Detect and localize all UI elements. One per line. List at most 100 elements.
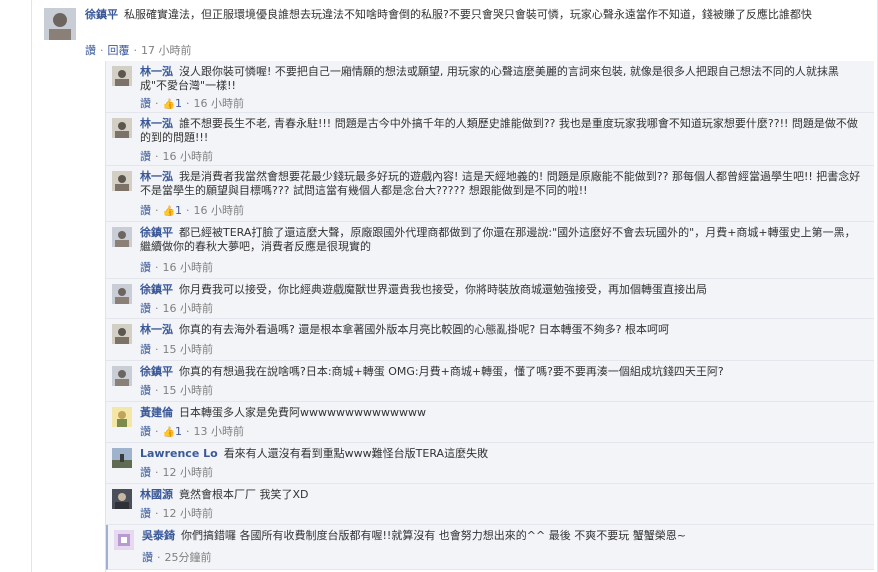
user-photo-icon xyxy=(112,324,132,344)
reply-author[interactable]: 吳泰錡 xyxy=(142,529,175,542)
reply-item: 吳泰錡 你們搞錯囉 各國所有收費制度台版都有喔!!就算沒有 也會努力想出來的^^ … xyxy=(106,525,874,570)
reply-body: 你們搞錯囉 各國所有收費制度台版都有喔!!就算沒有 也會努力想出來的^^ 最後 … xyxy=(181,529,686,542)
reply-item: 林一泓 你真的有去海外看過嗎? 還是根本拿著國外版本月亮比較圓的心態亂掛呢? 日本… xyxy=(106,319,874,361)
reply-author[interactable]: 林一泓 xyxy=(140,117,173,130)
reply-timestamp[interactable]: 12 小時前 xyxy=(163,466,214,479)
like-link[interactable]: 讚 xyxy=(140,97,151,110)
reply-item: 徐鎮平 你月費我可以接受，你比經典遊戲魔獸世界還貴我也接受，你將時裝放商城還勉強接… xyxy=(106,279,874,319)
reply-author[interactable]: Lawrence Lo xyxy=(140,447,218,460)
reply-body: 竟然會根本厂厂 我笑了XD xyxy=(179,488,309,501)
like-link[interactable]: 讚 xyxy=(140,204,151,217)
like-count[interactable]: 1 xyxy=(175,97,182,110)
thumbs-up-icon: 👍 xyxy=(162,99,175,110)
reply-meta: 讚 · 12 小時前 xyxy=(140,505,213,521)
avatar[interactable] xyxy=(112,407,132,427)
reply-meta: 讚 · 25分鐘前 xyxy=(142,549,212,565)
reply-author[interactable]: 林國源 xyxy=(140,488,173,501)
like-link[interactable]: 讚 xyxy=(140,150,151,163)
user-photo-icon xyxy=(112,66,132,86)
meta-separator: · xyxy=(155,466,159,479)
meta-separator: · xyxy=(155,261,159,274)
meta-separator: · xyxy=(155,150,159,163)
user-photo-icon xyxy=(112,171,132,191)
reply-timestamp[interactable]: 25分鐘前 xyxy=(165,551,212,564)
reply-item: 黃建倫 日本轉蛋多人家是免費阿wwwwwwwwwwwwww 讚 · 👍1 · 13 小時前 xyxy=(106,402,874,443)
reply-author[interactable]: 林一泓 xyxy=(140,65,173,78)
reply-timestamp[interactable]: 16 小時前 xyxy=(163,150,214,163)
reply-text: 黃建倫 日本轉蛋多人家是免費阿wwwwwwwwwwwwww xyxy=(140,406,865,420)
reply-text: 林一泓 誰不想要長生不老, 青春永駐!!! 問題是古今中外搞千年的人類歷史誰能做到… xyxy=(140,117,865,145)
reply-timestamp[interactable]: 16 小時前 xyxy=(193,97,244,110)
avatar[interactable] xyxy=(112,448,132,468)
reply-item: 林一泓 沒人跟你裝可憐喔! 不要把自己一廂情願的想法或願望, 用玩家的心聲這麼美麗… xyxy=(106,61,874,113)
reply-meta: 讚 · 15 小時前 xyxy=(140,341,213,357)
reply-meta: 讚 · 16 小時前 xyxy=(140,259,213,275)
meta-separator: · xyxy=(155,204,159,217)
avatar[interactable] xyxy=(112,227,132,247)
user-photo-icon xyxy=(112,448,132,468)
reply-body: 看來有人還沒有看到重點www難怪台版TERA這麼失敗 xyxy=(223,447,489,460)
like-link[interactable]: 讚 xyxy=(140,425,151,438)
meta-separator: · xyxy=(155,507,159,520)
avatar[interactable] xyxy=(112,171,132,191)
like-link[interactable]: 讚 xyxy=(140,384,151,397)
reply-author[interactable]: 徐鎮平 xyxy=(140,283,173,296)
reply-text: Lawrence Lo 看來有人還沒有看到重點www難怪台版TERA這麼失敗 xyxy=(140,447,865,461)
like-link[interactable]: 讚 xyxy=(85,44,96,57)
reply-author[interactable]: 林一泓 xyxy=(140,170,173,183)
comment-timestamp[interactable]: 17 小時前 xyxy=(141,44,192,57)
reply-timestamp[interactable]: 16 小時前 xyxy=(193,204,244,217)
user-photo-icon xyxy=(112,407,132,427)
reply-body: 我是消費者我當然會想要花最少錢玩最多好玩的遊戲內容! 這是天經地義的! 問題是原… xyxy=(140,170,861,197)
reply-timestamp[interactable]: 12 小時前 xyxy=(163,507,214,520)
avatar[interactable] xyxy=(112,284,132,304)
reply-timestamp[interactable]: 15 小時前 xyxy=(163,384,214,397)
reply-timestamp[interactable]: 16 小時前 xyxy=(163,261,214,274)
avatar[interactable] xyxy=(112,118,132,138)
like-link[interactable]: 讚 xyxy=(140,343,151,356)
like-link[interactable]: 讚 xyxy=(140,466,151,479)
like-count[interactable]: 1 xyxy=(175,425,182,438)
reply-timestamp[interactable]: 15 小時前 xyxy=(163,343,214,356)
reply-link[interactable]: 回覆 xyxy=(108,44,130,57)
reply-list: 林一泓 沒人跟你裝可憐喔! 不要把自己一廂情願的想法或願望, 用玩家的心聲這麼美麗… xyxy=(105,61,874,572)
avatar[interactable] xyxy=(114,530,134,550)
meta-separator: · xyxy=(185,425,190,438)
user-photo-icon xyxy=(114,530,134,550)
comment-body: 私服確實違法，但正服環境優良誰想去玩違法不知啥時會倒的私服?不要只會哭只會裝可憐… xyxy=(124,8,812,21)
reply-timestamp[interactable]: 16 小時前 xyxy=(163,302,214,315)
reply-timestamp[interactable]: 13 小時前 xyxy=(193,425,244,438)
avatar[interactable] xyxy=(44,8,76,40)
thumbs-up-icon: 👍 xyxy=(162,427,175,438)
reply-text: 吳泰錡 你們搞錯囉 各國所有收費制度台版都有喔!!就算沒有 也會努力想出來的^^ … xyxy=(142,529,867,543)
meta-separator: · xyxy=(185,204,190,217)
avatar[interactable] xyxy=(112,489,132,509)
avatar[interactable] xyxy=(112,324,132,344)
reply-author[interactable]: 黃建倫 xyxy=(140,406,173,419)
avatar[interactable] xyxy=(112,66,132,86)
reply-item: Lawrence Lo 看來有人還沒有看到重點www難怪台版TERA這麼失敗 讚 ·… xyxy=(106,443,874,484)
reply-meta: 讚 · 15 小時前 xyxy=(140,382,213,398)
comment-text: 徐鎮平 私服確實違法，但正服環境優良誰想去玩違法不知啥時會倒的私服?不要只會哭只會… xyxy=(85,8,855,22)
reply-text: 徐鎮平 都已經被TERA打臉了還這麼大聲，原廠跟國外代理商都做到了你還在那邊說:"… xyxy=(140,226,865,254)
reply-body: 都已經被TERA打臉了還這麼大聲，原廠跟國外代理商都做到了你還在那邊說:"國外這… xyxy=(140,226,856,253)
like-link[interactable]: 讚 xyxy=(140,261,151,274)
reply-author[interactable]: 林一泓 xyxy=(140,323,173,336)
like-count[interactable]: 1 xyxy=(175,204,182,217)
reply-item: 林一泓 誰不想要長生不老, 青春永駐!!! 問題是古今中外搞千年的人類歷史誰能做到… xyxy=(106,113,874,166)
reply-author[interactable]: 徐鎮平 xyxy=(140,365,173,378)
reply-author[interactable]: 徐鎮平 xyxy=(140,226,173,239)
comment-meta: 讚 · 回覆 · 17 小時前 xyxy=(85,42,192,58)
meta-separator: · xyxy=(155,97,159,110)
like-link[interactable]: 讚 xyxy=(142,551,153,564)
like-link[interactable]: 讚 xyxy=(140,507,151,520)
meta-separator: · xyxy=(155,343,159,356)
avatar[interactable] xyxy=(112,366,132,386)
reply-text: 林國源 竟然會根本厂厂 我笑了XD xyxy=(140,488,865,502)
user-photo-icon xyxy=(112,284,132,304)
reply-item: 林一泓 我是消費者我當然會想要花最少錢玩最多好玩的遊戲內容! 這是天經地義的! 問… xyxy=(106,166,874,222)
reply-item: 徐鎮平 你真的有想過我在說啥嗎?日本:商城+轉蛋 OMG:月費+商城+轉蛋，懂了嗎… xyxy=(106,361,874,402)
like-link[interactable]: 讚 xyxy=(140,302,151,315)
reply-meta: 讚 · 👍1 · 16 小時前 xyxy=(140,202,244,218)
comment-author[interactable]: 徐鎮平 xyxy=(85,8,118,21)
